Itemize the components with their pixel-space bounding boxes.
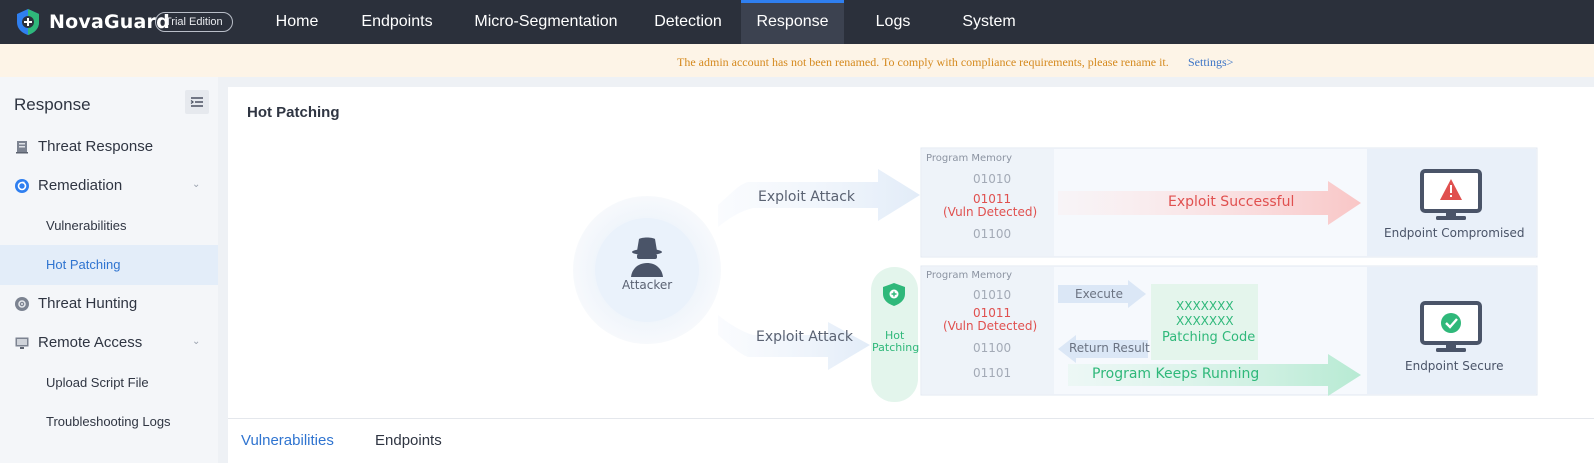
sidebar-item-remediation[interactable]: Remediation ⌄ xyxy=(0,166,218,206)
nav-logs[interactable]: Logs xyxy=(856,0,930,44)
settings-link[interactable]: Settings> xyxy=(1188,55,1233,70)
menu-collapse-icon xyxy=(190,97,203,107)
patching-code-line2: XXXXXXX xyxy=(1176,314,1234,328)
chevron-down-icon: ⌄ xyxy=(192,336,201,347)
brand-name: NovaGuard xyxy=(49,11,170,33)
nav-system[interactable]: System xyxy=(944,0,1034,44)
vuln-detected-note: (Vuln Detected) xyxy=(943,205,1038,219)
sidebar-item-troubleshooting-logs[interactable]: Troubleshooting Logs xyxy=(0,402,218,442)
sidebar-item-threat-hunting[interactable]: Threat Hunting xyxy=(0,284,218,324)
attacker-label: Attacker xyxy=(622,278,673,292)
sidebar-item-label: Remote Access xyxy=(38,334,143,351)
sidebar-item-label: Threat Hunting xyxy=(38,295,138,312)
return-result-label: Return Result xyxy=(1069,341,1150,355)
tab-vulnerabilities[interactable]: Vulnerabilities xyxy=(241,432,334,449)
nav-detection[interactable]: Detection xyxy=(640,0,736,44)
memory-value: 01101 xyxy=(973,366,1012,380)
memory-value: 01100 xyxy=(973,341,1012,355)
vuln-detected-note: (Vuln Detected) xyxy=(943,319,1038,333)
program-memory-label: Program Memory xyxy=(926,270,1013,281)
top-navigation-bar: NovaGuard Trial Edition Home Endpoints M… xyxy=(0,0,1594,44)
chevron-down-icon: ⌄ xyxy=(192,179,201,190)
endpoint-secure-label: Endpoint Secure xyxy=(1405,359,1504,373)
server-icon xyxy=(16,141,28,154)
sidebar-item-threat-response[interactable]: Threat Response xyxy=(0,127,218,167)
hunting-icon xyxy=(15,297,29,311)
main-content: Hot Patching Attacker Exploit Attack Exp… xyxy=(228,87,1594,463)
notice-text: The admin account has not been renamed. … xyxy=(677,55,1169,69)
shield-logo-icon xyxy=(17,9,39,35)
memory-value-vuln: 01011 xyxy=(973,192,1012,206)
collapse-sidebar-button[interactable] xyxy=(185,90,209,114)
sidebar-item-label: Threat Response xyxy=(38,138,154,155)
hot-patching-label-line2: Patching xyxy=(872,341,920,354)
endpoint-compromised-label: Endpoint Compromised xyxy=(1384,226,1525,240)
sidebar: Response Threat Response Remediation ⌄ V… xyxy=(0,77,218,463)
sidebar-title: Response xyxy=(14,95,91,114)
memory-value: 01010 xyxy=(973,172,1012,186)
patching-code-line1: XXXXXXX xyxy=(1176,299,1234,313)
memory-value-vuln: 01011 xyxy=(973,306,1012,320)
sidebar-item-label: Hot Patching xyxy=(46,257,121,272)
notice-banner: The admin account has not been renamed. … xyxy=(0,44,1594,77)
edition-badge: Trial Edition xyxy=(155,12,233,32)
nav-micro-segmentation[interactable]: Micro-Segmentation xyxy=(460,0,632,44)
monitor-check-icon xyxy=(1420,301,1482,352)
remediation-icon xyxy=(15,179,29,193)
execute-label: Execute xyxy=(1075,287,1123,301)
tabs-divider xyxy=(228,418,1594,419)
monitor-icon xyxy=(15,337,29,349)
sidebar-item-hot-patching[interactable]: Hot Patching xyxy=(0,245,218,285)
monitor-alert-icon xyxy=(1420,169,1482,220)
nav-home[interactable]: Home xyxy=(262,0,332,44)
sidebar-item-remote-access[interactable]: Remote Access ⌄ xyxy=(0,323,218,363)
exploit-attack-label-bottom: Exploit Attack xyxy=(756,329,853,345)
nav-response[interactable]: Response xyxy=(741,0,844,44)
program-memory-label: Program Memory xyxy=(926,153,1013,164)
sidebar-item-label: Upload Script File xyxy=(46,375,149,390)
exploit-successful-label: Exploit Successful xyxy=(1168,194,1295,210)
hot-patching-diagram: Attacker Exploit Attack Exploit Attack H… xyxy=(228,87,1594,417)
sidebar-item-label: Vulnerabilities xyxy=(46,218,127,233)
sidebar-item-vulnerabilities[interactable]: Vulnerabilities xyxy=(0,206,218,246)
nav-endpoints[interactable]: Endpoints xyxy=(350,0,444,44)
program-keeps-running-label: Program Keeps Running xyxy=(1092,366,1260,382)
patching-code-label: Patching Code xyxy=(1162,330,1256,345)
exploit-attack-label-top: Exploit Attack xyxy=(758,189,855,205)
memory-value: 01100 xyxy=(973,227,1012,241)
memory-value: 01010 xyxy=(973,288,1012,302)
sidebar-item-label: Troubleshooting Logs xyxy=(46,414,171,429)
tab-endpoints[interactable]: Endpoints xyxy=(375,432,442,449)
sidebar-item-upload-script-file[interactable]: Upload Script File xyxy=(0,363,218,403)
sidebar-item-label: Remediation xyxy=(38,177,123,194)
diagram-shapes xyxy=(573,147,1538,402)
